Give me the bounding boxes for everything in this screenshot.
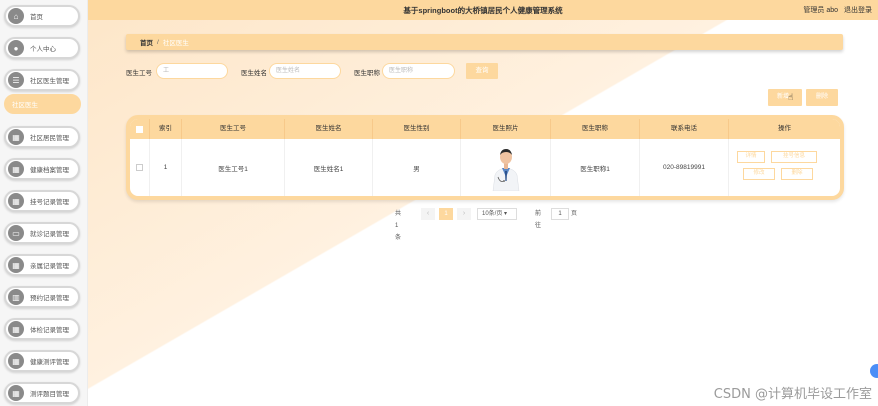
doctor-name-label: 医生姓名	[241, 70, 267, 77]
doctor-title-input[interactable]: 医生职称	[382, 63, 455, 79]
page-unit-label: 页	[571, 211, 578, 217]
sidebar-item[interactable]: ▦ 体检记录管理	[4, 318, 80, 340]
col-gender: 医生性别	[373, 119, 461, 139]
sidebar-item-label: 健康测评管理	[30, 359, 69, 366]
sidebar-item[interactable]: ☰ 社区医生管理	[4, 69, 80, 91]
cell-ops: 详情 挂号信息 修改 删除	[729, 139, 840, 196]
cell-phone: 020-89819991	[640, 139, 729, 196]
sidebar-item-label: 挂号记录管理	[30, 199, 69, 206]
grid-icon: ▦	[8, 321, 24, 337]
cell-doctor-name: 医生姓名1	[285, 139, 373, 196]
grid-icon: ▦	[8, 353, 24, 369]
doctor-no-input[interactable]: 工	[156, 63, 228, 79]
top-bar: 基于springboot的大桥镇居民个人健康管理系统 管理员 abo 退出登录	[88, 0, 878, 20]
home-icon: ⌂	[8, 8, 24, 24]
doctor-title-label: 医生职称	[354, 70, 380, 77]
sidebar-item[interactable]: ▦ 亲属记录管理	[4, 254, 80, 276]
sidebar-item[interactable]: ▦ 挂号记录管理	[4, 190, 80, 212]
grid-icon: ▦	[8, 385, 24, 401]
add-button[interactable]: 新增	[768, 89, 802, 106]
breadcrumb: 首页 / 社区医生	[126, 34, 843, 50]
sidebar-item-label: 社区居民管理	[30, 135, 69, 142]
sidebar-item-label: 测评题目管理	[30, 391, 69, 398]
total-count: 共 1 条	[395, 211, 402, 241]
delete-button[interactable]: 删除	[806, 89, 838, 106]
col-doctor-no: 医生工号	[182, 119, 285, 139]
col-title: 医生职称	[551, 119, 640, 139]
grid-icon: ▦	[8, 193, 24, 209]
sidebar-item-label: 体检记录管理	[30, 327, 69, 334]
table-header: 索引 医生工号 医生姓名 医生性别 医生照片 医生职称 联系电话 操作	[130, 119, 840, 139]
doctor-photo-image	[490, 144, 521, 191]
goto-page-input[interactable]: 1	[551, 208, 569, 220]
col-photo: 医生照片	[461, 119, 551, 139]
sidebar: ⌂ 首页 ● 个人中心 ☰ 社区医生管理社区医生 ▦ 社区居民管理 ▦ 健康档案管理 ▦ 挂号记录管理…	[0, 0, 88, 406]
sidebar-item-label: 健康档案管理	[30, 167, 69, 174]
cell-index: 1	[150, 139, 182, 196]
cell-doctor-no: 医生工号1	[182, 139, 285, 196]
page-size-select[interactable]: 10条/页 ▾	[477, 208, 517, 220]
logout-link[interactable]: 退出登录	[844, 7, 872, 14]
grid-icon: ▦	[8, 257, 24, 273]
sidebar-item[interactable]: ▭ 就诊记录管理	[4, 222, 80, 244]
sidebar-item[interactable]: ● 个人中心	[4, 37, 80, 59]
page-size-value: 10条/页	[482, 211, 503, 217]
sidebar-item[interactable]: ⌂ 首页	[4, 5, 80, 27]
background-diagonal	[88, 0, 878, 406]
sidebar-item-label: 亲属记录管理	[30, 263, 69, 270]
list-icon: ☰	[8, 72, 24, 88]
prev-page-button[interactable]: ‹	[421, 208, 435, 220]
grid-icon: ▦	[8, 161, 24, 177]
chart-icon: ▥	[8, 289, 24, 305]
chat-icon: ▭	[8, 225, 24, 241]
sidebar-item-label: 社区医生管理	[30, 78, 69, 85]
sidebar-item-label: 个人中心	[30, 46, 56, 53]
user-area: 管理员 abo 退出登录	[799, 5, 872, 15]
floating-widget[interactable]	[870, 364, 878, 378]
sidebar-item[interactable]: ▥ 预约记录管理	[4, 286, 80, 308]
sidebar-item-label: 社区医生	[12, 102, 38, 109]
col-doctor-name: 医生姓名	[285, 119, 373, 139]
edit-button[interactable]: 修改	[743, 168, 775, 180]
breadcrumb-separator: /	[157, 38, 159, 46]
row-checkbox[interactable]	[130, 139, 150, 196]
sidebar-item[interactable]: ▦ 测评题目管理	[4, 382, 80, 404]
chevron-down-icon: ▾	[504, 211, 508, 217]
doctor-no-label: 医生工号	[126, 70, 152, 77]
breadcrumb-current: 社区医生	[162, 40, 189, 47]
select-all-checkbox[interactable]	[130, 119, 150, 139]
sidebar-item-label: 首页	[30, 14, 43, 21]
cell-gender: 男	[373, 139, 461, 196]
doctor-table: 索引 医生工号 医生姓名 医生性别 医生照片 医生职称 联系电话 操作 1 医生…	[126, 115, 844, 200]
sidebar-item-label: 就诊记录管理	[30, 231, 69, 238]
sidebar-item[interactable]: ▦ 健康测评管理	[4, 350, 80, 372]
app-title: 基于springboot的大桥镇居民个人健康管理系统	[403, 5, 563, 15]
register-info-button[interactable]: 挂号信息	[771, 151, 817, 163]
sidebar-item[interactable]: 社区医生	[4, 94, 81, 114]
doctor-name-input[interactable]: 医生姓名	[269, 63, 341, 79]
watermark: CSDN @计算机毕设工作室	[713, 387, 872, 402]
sidebar-item[interactable]: ▦ 健康档案管理	[4, 158, 80, 180]
user-icon: ●	[8, 40, 24, 56]
mouse-cursor-icon: ☝	[788, 92, 794, 102]
sidebar-item-label: 预约记录管理	[30, 295, 69, 302]
user-label: 管理员 abo	[803, 7, 839, 14]
detail-button[interactable]: 详情	[737, 151, 765, 163]
cell-photo	[461, 139, 551, 196]
page-1-button[interactable]: 1	[439, 208, 453, 220]
row-delete-button[interactable]: 删除	[781, 168, 813, 180]
sidebar-item[interactable]: ▦ 社区居民管理	[4, 126, 80, 148]
col-phone: 联系电话	[640, 119, 729, 139]
col-index: 索引	[150, 119, 182, 139]
next-page-button[interactable]: ›	[457, 208, 471, 220]
cell-title: 医生职称1	[551, 139, 640, 196]
col-ops: 操作	[778, 125, 791, 132]
table-row: 1 医生工号1 医生姓名1 男 医生职称1 020-89819991 详情 挂号…	[130, 139, 840, 196]
query-button[interactable]: 查询	[466, 63, 498, 79]
grid-icon: ▦	[8, 129, 24, 145]
breadcrumb-home[interactable]: 首页	[140, 37, 153, 47]
goto-label: 前往	[535, 211, 542, 229]
